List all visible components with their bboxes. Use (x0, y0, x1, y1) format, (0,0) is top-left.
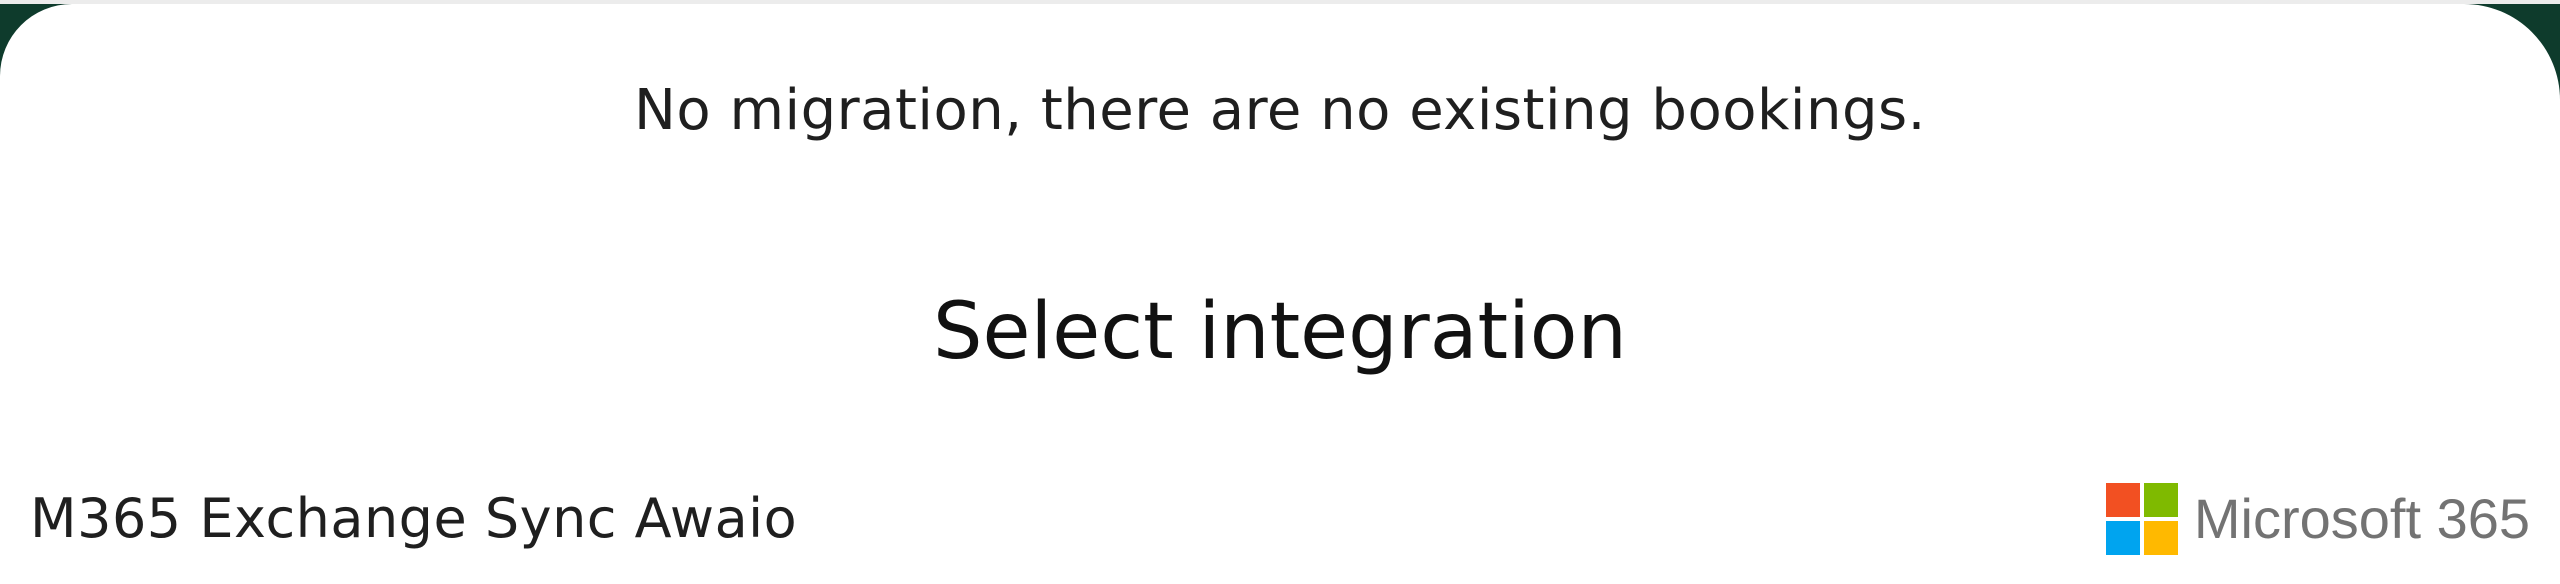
microsoft-logo-icon (2105, 483, 2178, 555)
logo-square-green (2143, 483, 2178, 517)
microsoft-365-logo: Microsoft 365 (2105, 483, 2530, 555)
migration-message: No migration, there are no existing book… (634, 78, 1926, 143)
section-title: Select integration (933, 287, 1627, 377)
microsoft-365-logo-text: Microsoft 365 (2193, 487, 2530, 550)
integration-name: M365 Exchange Sync Awaio (30, 487, 798, 550)
logo-square-yellow (2143, 521, 2178, 555)
logo-square-blue (2105, 521, 2140, 555)
integration-option-m365[interactable]: M365 Exchange Sync Awaio Microsoft 365 (0, 464, 2560, 574)
integration-dialog: No migration, there are no existing book… (0, 4, 2560, 584)
logo-square-red (2105, 483, 2140, 517)
